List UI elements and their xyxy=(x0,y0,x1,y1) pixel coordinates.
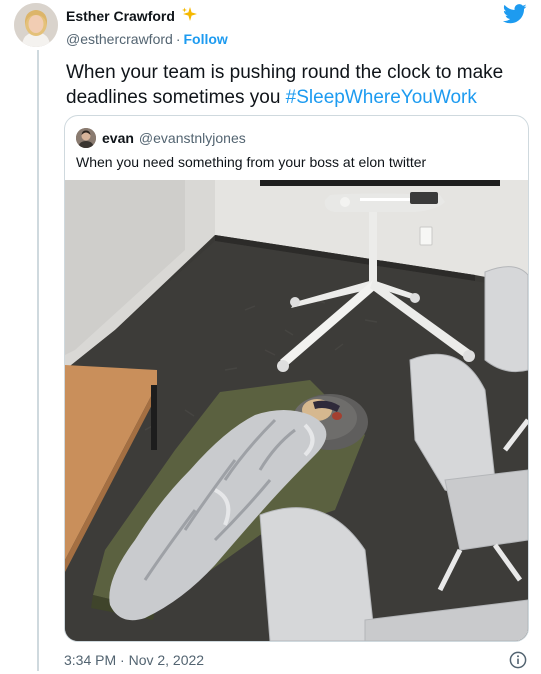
thread-line xyxy=(37,50,39,671)
quote-author-name[interactable]: evan xyxy=(102,130,134,146)
hashtag-link[interactable]: #SleepWhereYouWork xyxy=(286,87,477,108)
separator-dot: · xyxy=(175,31,181,47)
quote-tweet[interactable]: evan @evanstnlyjones When you need somet… xyxy=(64,115,529,642)
tweet-timestamp[interactable]: 3:34 PM · Nov 2, 2022 xyxy=(64,652,204,668)
follow-button[interactable]: Follow xyxy=(183,31,227,47)
tweet-text: When your team is pushing round the cloc… xyxy=(66,60,526,110)
quote-author-handle[interactable]: @evanstnlyjones xyxy=(139,130,246,146)
author-avatar[interactable] xyxy=(14,3,58,47)
twitter-bird-icon[interactable] xyxy=(502,4,527,29)
quote-text: When you need something from your boss a… xyxy=(76,154,427,170)
quote-photo[interactable] xyxy=(65,180,528,641)
author-handle[interactable]: @esthercrawford xyxy=(66,31,173,47)
tweet-author: Esther Crawford @esthercrawford · Follow xyxy=(66,6,228,48)
author-name[interactable]: Esther Crawford xyxy=(66,7,175,25)
sparkle-icon xyxy=(181,6,198,28)
quote-author-avatar[interactable] xyxy=(76,128,96,148)
quote-header: evan @evanstnlyjones xyxy=(76,128,246,148)
